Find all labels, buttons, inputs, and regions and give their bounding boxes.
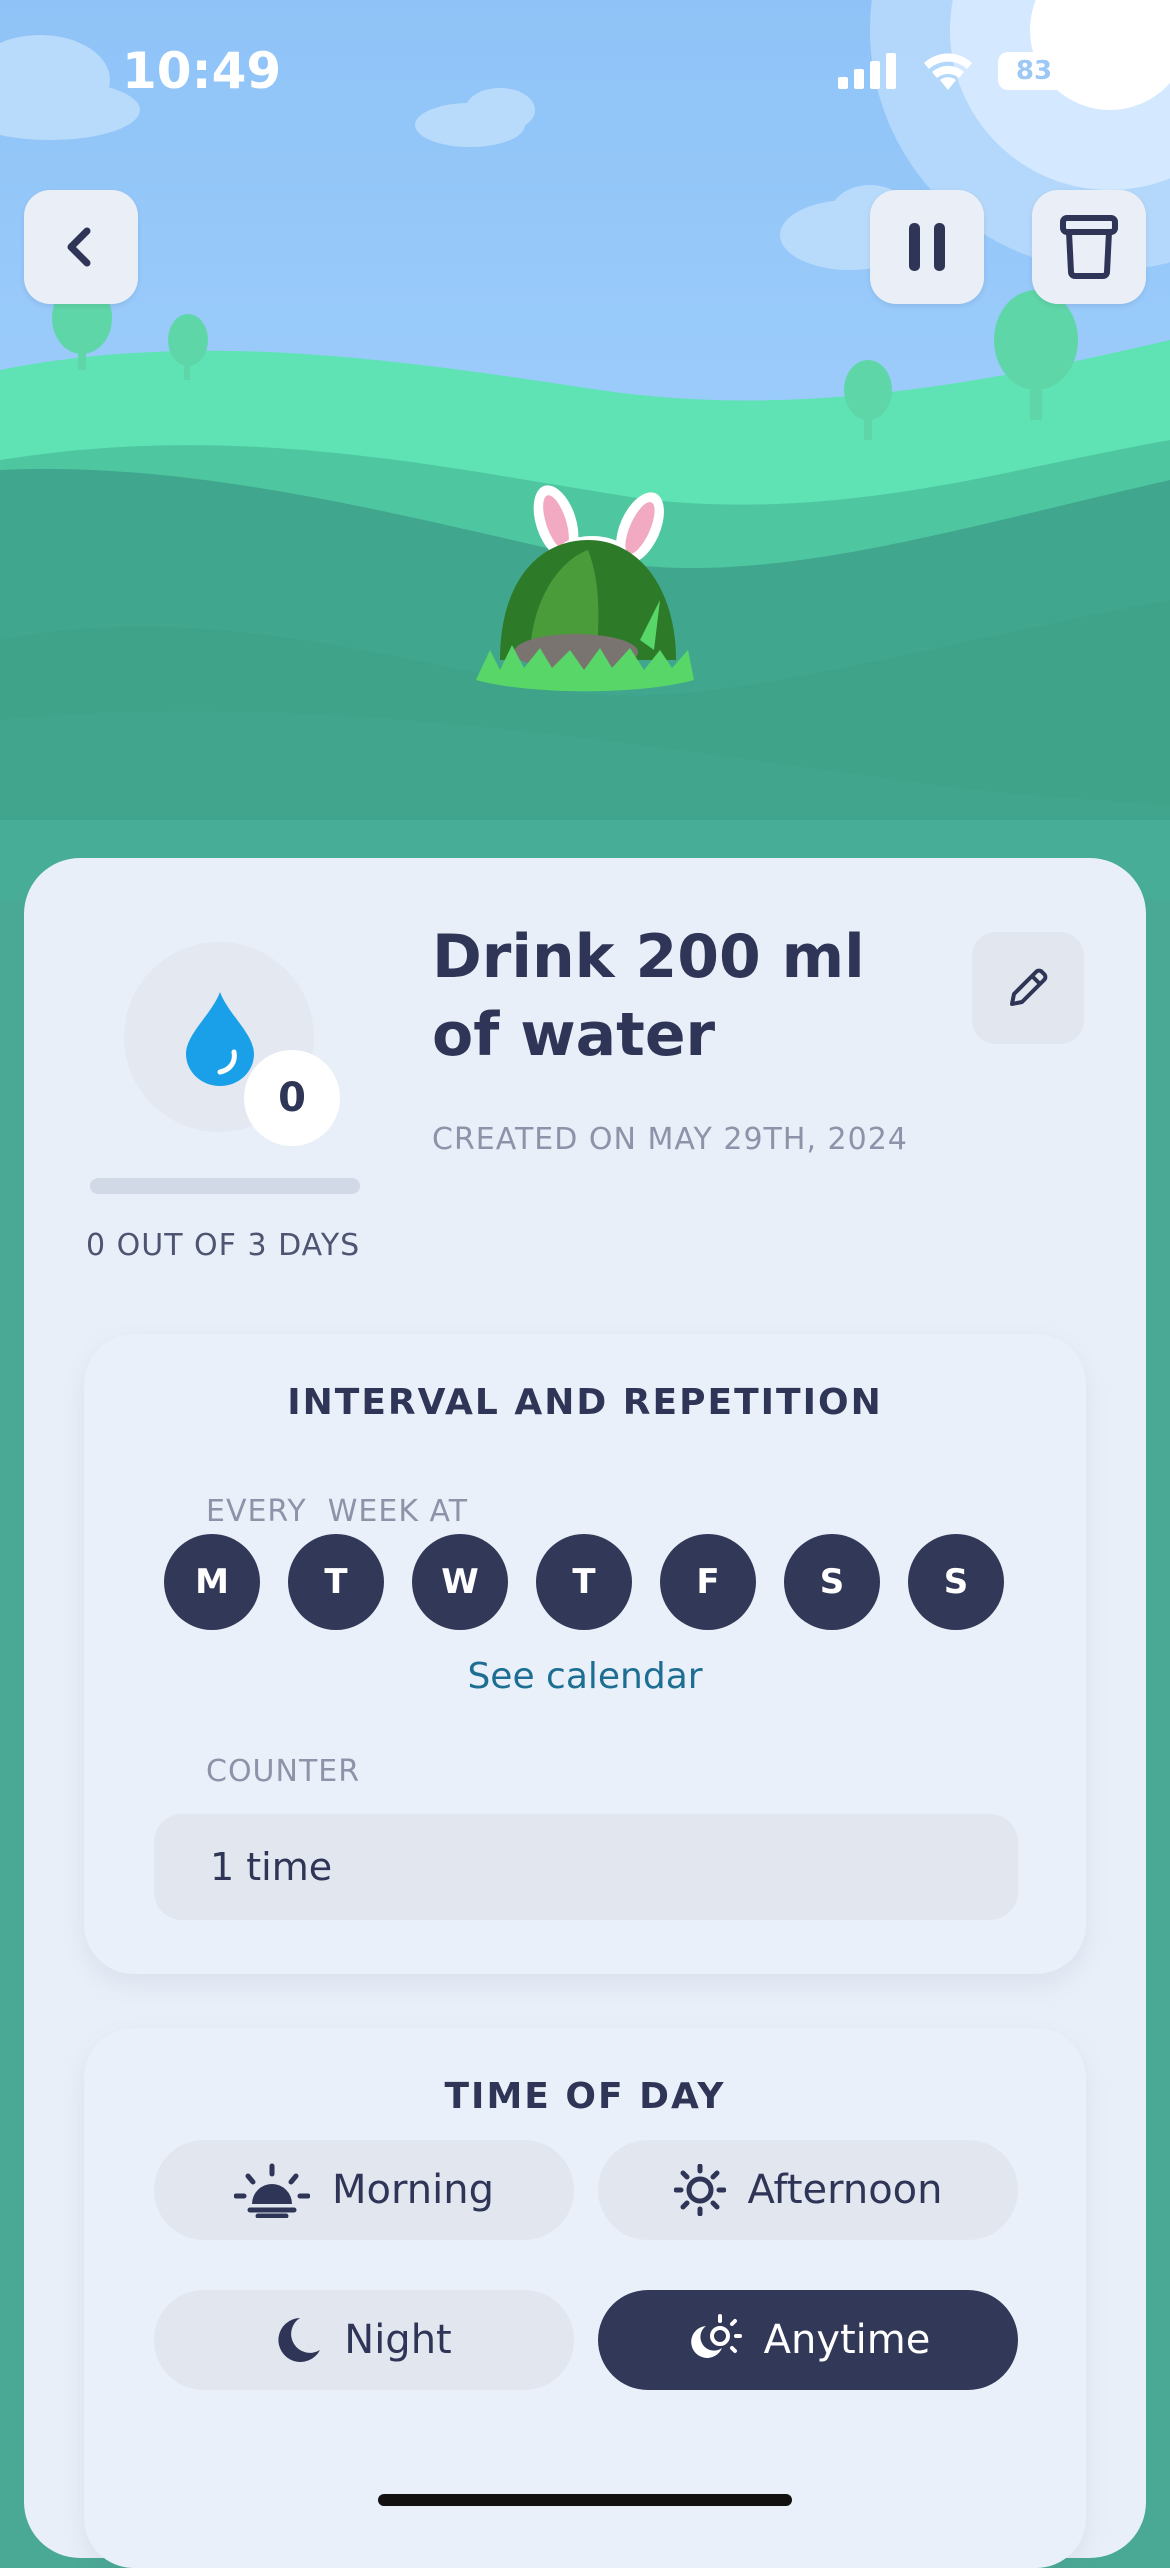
- wifi-icon: [924, 53, 972, 90]
- status-time: 10:49: [122, 42, 282, 100]
- interval-section: INTERVAL AND REPETITION EVERY WEEK AT M …: [84, 1334, 1086, 1974]
- sun-icon: [673, 2164, 726, 2216]
- battery-icon: 83: [998, 52, 1070, 90]
- status-bar: 10:49 83: [0, 0, 1170, 150]
- sun-moon-icon: [690, 2314, 742, 2358]
- edit-button[interactable]: [972, 932, 1084, 1044]
- interval-title: INTERVAL AND REPETITION: [287, 1382, 883, 1423]
- time-of-day-title: TIME OF DAY: [444, 2076, 726, 2117]
- back-button[interactable]: [24, 190, 138, 304]
- created-date: CREATED ON MAY 29TH, 2024: [432, 1122, 908, 1157]
- time-option-label: Afternoon: [747, 2167, 943, 2213]
- cellular-signal-icon: [838, 53, 896, 89]
- day-wednesday[interactable]: W: [412, 1534, 508, 1630]
- day-sunday[interactable]: S: [908, 1534, 1004, 1630]
- day-thursday[interactable]: T: [536, 1534, 632, 1630]
- day-friday[interactable]: F: [660, 1534, 756, 1630]
- counter-value: 1 time: [210, 1845, 333, 1889]
- every-week-label: EVERY WEEK AT: [206, 1494, 469, 1529]
- time-option-label: Anytime: [763, 2317, 931, 2363]
- habit-icon-container: 0: [124, 942, 340, 1146]
- time-option-label: Morning: [332, 2167, 494, 2213]
- time-option-morning[interactable]: Morning: [154, 2140, 574, 2240]
- day-tuesday[interactable]: T: [288, 1534, 384, 1630]
- pause-button[interactable]: [870, 190, 984, 304]
- day-saturday[interactable]: S: [784, 1534, 880, 1630]
- time-of-day-section: TIME OF DAY Morning Afternoon Night Anyt…: [84, 2028, 1086, 2568]
- weekday-selector: M T W T F S S: [164, 1534, 1004, 1630]
- battery-level: 83: [1015, 56, 1053, 86]
- counter-field[interactable]: 1 time: [154, 1814, 1018, 1920]
- sunrise-icon: [234, 2163, 311, 2218]
- progress-label: 0 OUT OF 3 DAYS: [86, 1228, 361, 1263]
- chevron-left-icon: [67, 227, 91, 267]
- completion-count-badge: 0: [244, 1050, 340, 1146]
- moon-icon: [278, 2318, 321, 2362]
- time-option-label: Night: [344, 2317, 452, 2363]
- time-option-afternoon[interactable]: Afternoon: [598, 2140, 1018, 2240]
- counter-label: COUNTER: [206, 1754, 361, 1789]
- trash-icon: [1060, 215, 1118, 279]
- progress-bar: [90, 1178, 360, 1194]
- time-option-anytime[interactable]: Anytime: [598, 2290, 1018, 2390]
- home-indicator: [378, 2494, 792, 2506]
- habit-title: Drink 200 ml of water: [432, 922, 865, 1070]
- see-calendar-link[interactable]: See calendar: [84, 1656, 1086, 1697]
- water-drop-icon: [186, 992, 254, 1086]
- time-option-night[interactable]: Night: [154, 2290, 574, 2390]
- pencil-icon: [1010, 968, 1048, 1006]
- habit-detail-card: 0 0 OUT OF 3 DAYS Drink 200 ml of water …: [24, 858, 1146, 2568]
- pause-icon: [909, 223, 945, 271]
- delete-button[interactable]: [1032, 190, 1146, 304]
- day-monday[interactable]: M: [164, 1534, 260, 1630]
